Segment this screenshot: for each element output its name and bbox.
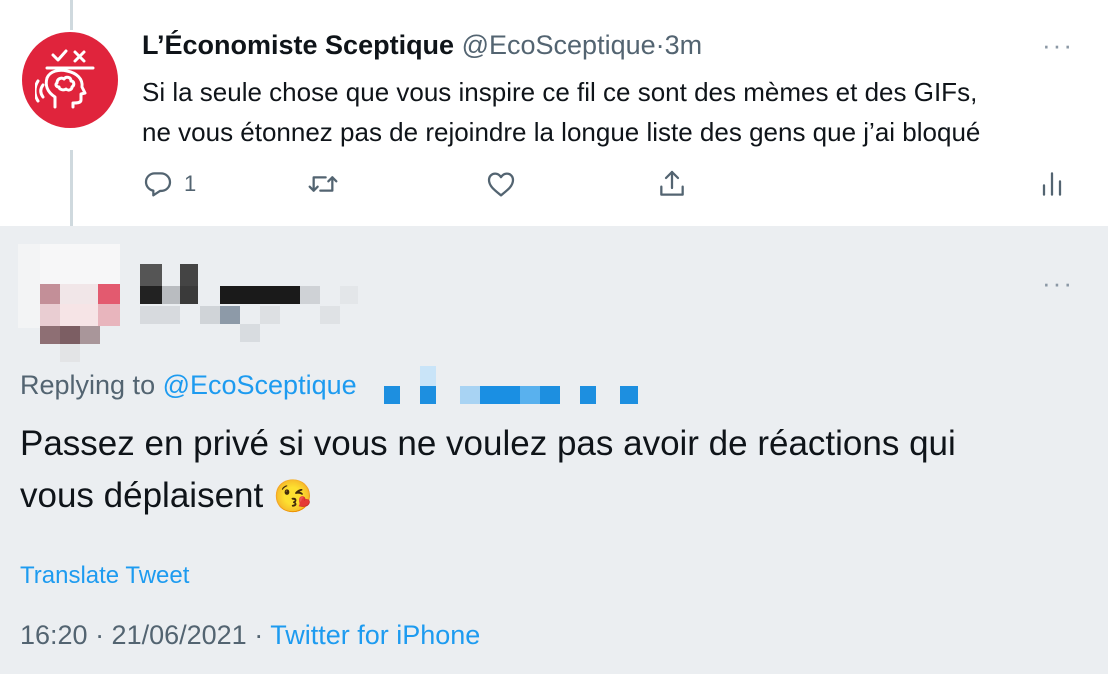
more-icon[interactable]: ··· (1042, 268, 1074, 299)
handle[interactable]: @EcoSceptique (462, 30, 656, 60)
reply-text-line: vous déplaisent 😘 (20, 470, 1080, 522)
tweet-metadata: 16:20 · 21/06/2021 · Twitter for iPhone (20, 620, 480, 651)
replying-prefix: Replying to (20, 370, 163, 400)
reply-icon (144, 172, 172, 197)
retweet-button[interactable] (307, 168, 339, 200)
more-icon[interactable]: ··· (1042, 30, 1074, 61)
reply-button[interactable]: 1 (142, 168, 196, 200)
like-icon (487, 172, 515, 197)
reply-text: Passez en privé si vous ne voulez pas av… (20, 418, 1080, 522)
tweet-text: Si la seule chose que vous inspire ce fi… (142, 72, 1082, 152)
replying-to: Replying to @EcoSceptique (20, 370, 357, 401)
separator-dot: · (655, 30, 665, 60)
reply-tweet[interactable]: ··· Replying to @EcoSceptique Passez en … (0, 226, 1108, 674)
source-link[interactable]: Twitter for iPhone (270, 620, 480, 650)
kissing-face-emoji: 😘 (272, 478, 313, 514)
reply-count: 1 (184, 171, 197, 196)
translate-tweet-link[interactable]: Translate Tweet (20, 562, 189, 590)
reply-text-line: Passez en privé si vous ne voulez pas av… (20, 424, 956, 463)
tweet-text-line: ne vous étonnez pas de rejoindre la long… (142, 117, 981, 147)
display-name[interactable]: L’Économiste Sceptique (142, 30, 454, 60)
analytics-button[interactable] (1036, 168, 1068, 200)
thread-line-top (70, 0, 73, 30)
reply-text-line2: vous déplaisent (20, 476, 273, 515)
parent-tweet[interactable]: L’Économiste Sceptique @EcoSceptique·3m … (0, 0, 1108, 226)
retweet-icon (308, 176, 338, 192)
tweet-actions: 1 (142, 168, 1072, 208)
like-button[interactable] (485, 168, 517, 200)
avatar[interactable] (22, 32, 118, 128)
analytics-icon (1042, 172, 1062, 196)
tweet-text-line: Si la seule chose que vous inspire ce fi… (142, 77, 978, 107)
tweet-time[interactable]: 3m (665, 30, 703, 60)
tweet-header: L’Économiste Sceptique @EcoSceptique·3m (142, 30, 702, 61)
timestamp[interactable]: 16:20 · 21/06/2021 · (20, 620, 270, 650)
share-button[interactable] (656, 168, 688, 200)
brain-head-icon (35, 49, 95, 109)
thread-line-bottom (70, 150, 73, 226)
share-icon (660, 170, 684, 196)
mention-link[interactable]: @EcoSceptique (163, 370, 357, 400)
